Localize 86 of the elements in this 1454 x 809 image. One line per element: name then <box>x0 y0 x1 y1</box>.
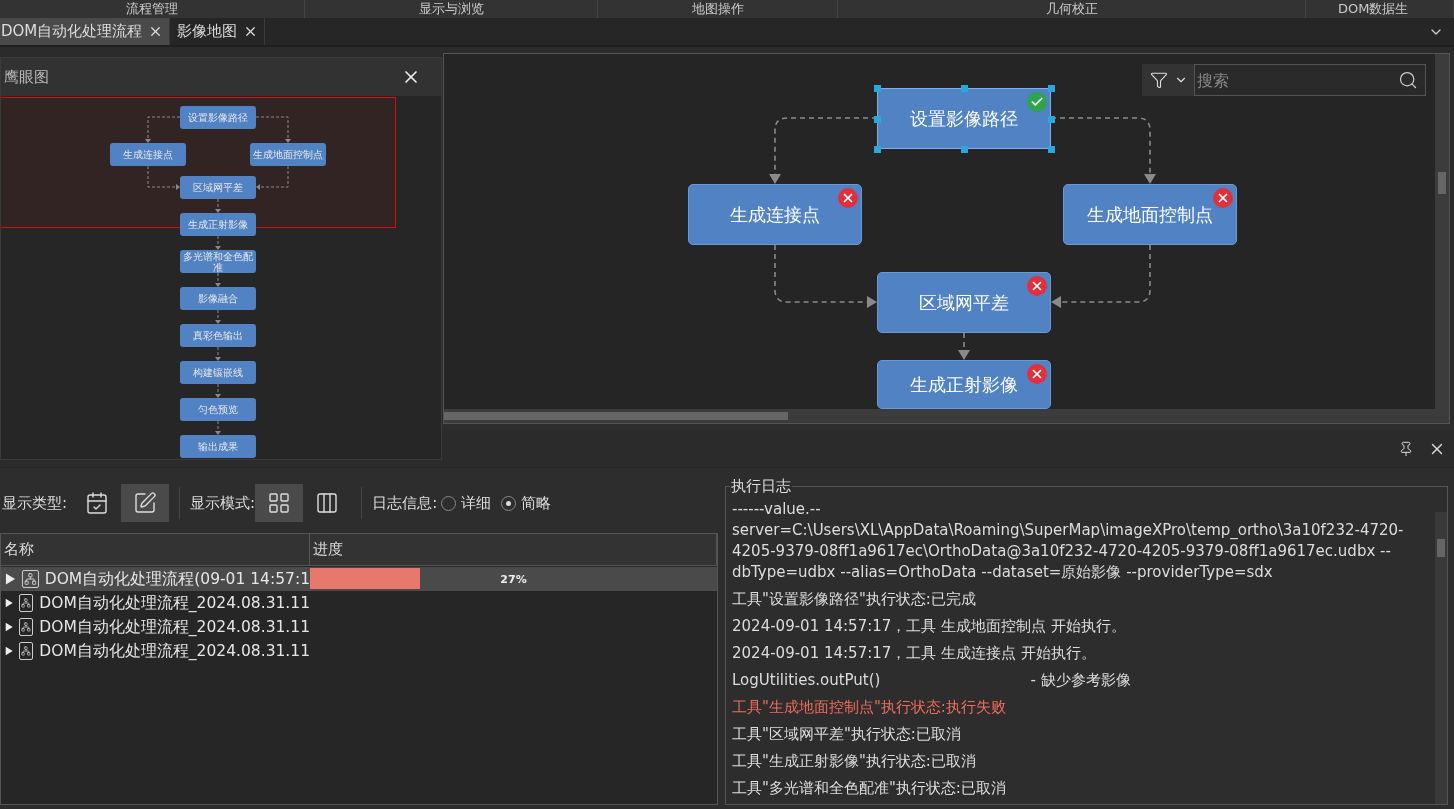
task-row[interactable]: DOM自动化处理流程(09-01 14:57:1 27% <box>1 567 717 591</box>
minimap-node: 区域网平差 <box>180 176 256 199</box>
resize-handle[interactable] <box>874 116 881 123</box>
connector-arrow <box>215 272 221 287</box>
minimap-node: 生成地面控制点 <box>250 143 326 166</box>
resize-handle[interactable] <box>874 85 881 92</box>
workflow-icon <box>21 570 39 588</box>
log-message: 2024-09-01 14:57:17，工具 生成连接点 开始执行。 <box>732 643 1096 664</box>
log-message: ------value.--server=C:\Users\XL\AppData\Roaming\SuperMap\imageXPro\temp_ortho\3a10f232-4720-4205-9379-08ff1a9617ec\OrthoData@3a10f232-4720-4205-9379-08ff1a9617ec.udbx --dbType=udbx --alias=OrthoData --dataset=原始影像 --providerType=sdx <box>732 499 1405 583</box>
task-row[interactable]: DOM自动化处理流程_2024.08.31.11 <box>1 615 717 639</box>
radio-option[interactable]: 详细 <box>441 493 492 513</box>
minimap-node: 匀色预览 <box>180 398 256 421</box>
minimap-node: 生成连接点 <box>110 143 186 166</box>
toolbar-label: 显示类型: <box>2 493 68 513</box>
toolbar-label: 显示模式: <box>190 493 256 513</box>
expand-icon[interactable] <box>5 620 14 634</box>
resize-handle[interactable] <box>874 146 881 153</box>
vertical-scrollbar[interactable] <box>1435 54 1449 409</box>
expand-icon[interactable] <box>5 644 14 658</box>
minimap-node: 影像融合 <box>180 287 256 310</box>
minimap-node: 设置影像路径 <box>180 106 256 129</box>
log-message: - 缺少参考影像 <box>1030 670 1131 691</box>
minimap-node: 构建镶嵌线 <box>180 361 256 384</box>
workflow-node[interactable]: 生成连接点 <box>688 184 862 245</box>
connector-arrow <box>145 116 181 143</box>
connector-arrow <box>215 198 221 213</box>
connector-arrow <box>215 383 221 398</box>
document-tab[interactable]: 影像地图 <box>170 18 266 45</box>
task-name: DOM自动化处理流程(09-01 14:57:1 <box>44 568 310 590</box>
log-message: 工具"生成地面控制点"执行状态:执行失败 <box>732 697 1006 718</box>
resize-handle[interactable] <box>961 146 968 153</box>
log-message: 工具"设置影像路径"执行状态:已完成 <box>732 589 976 610</box>
connector-arrow <box>215 420 221 435</box>
workflow-icon <box>19 618 34 636</box>
workflow-node[interactable]: 生成正射影像 <box>877 360 1051 409</box>
calendar-check-icon <box>85 491 110 515</box>
expand-icon[interactable] <box>5 596 14 610</box>
progress-reading: 27% <box>500 572 527 585</box>
workflow-icon <box>19 642 34 660</box>
columns-icon <box>315 491 340 515</box>
connector-arrow <box>215 235 221 250</box>
radio-option[interactable]: 简略 <box>501 493 552 513</box>
log-message: 2024-09-01 14:57:17，工具 生成地面控制点 开始执行。 <box>732 616 1126 637</box>
grid-icon <box>267 491 292 515</box>
workflow-icon <box>19 594 34 612</box>
task-row[interactable]: DOM自动化处理流程_2024.08.31.11 <box>1 591 717 615</box>
document-tab[interactable]: DOM自动化处理流程 <box>0 18 171 45</box>
toolbar-label: 日志信息: <box>372 493 438 513</box>
task-name: DOM自动化处理流程_2024.08.31.11 <box>39 592 310 614</box>
connector-arrow <box>256 165 289 190</box>
search-field[interactable]: 搜索 <box>1194 64 1426 96</box>
edit-icon <box>133 491 158 515</box>
log-message: 工具"区域网平差"执行状态:已取消 <box>732 724 961 745</box>
task-name: DOM自动化处理流程_2024.08.31.11 <box>39 616 310 638</box>
horizontal-scrollbar[interactable] <box>444 409 1449 423</box>
log-message: 工具"生成正射影像"执行状态:已取消 <box>732 751 976 772</box>
pin-icon[interactable] <box>1398 440 1414 457</box>
log-message: 工具"多光谱和全色配准"执行状态:已取消 <box>732 778 1006 799</box>
panel-title: 执行日志 <box>730 477 792 496</box>
connector-arrow <box>215 346 221 361</box>
search-icon[interactable] <box>1398 70 1418 90</box>
resize-handle[interactable] <box>961 85 968 92</box>
edit-button[interactable] <box>121 484 170 522</box>
connector-arrow <box>255 116 291 143</box>
vertical-scrollbar[interactable] <box>1435 512 1447 804</box>
minimap-node: 生成正射影像 <box>180 213 256 236</box>
minimap-node: 多光谱和全色配准 <box>180 250 256 273</box>
minimap-node: 真彩色输出 <box>180 324 256 347</box>
workflow-node[interactable]: 区域网平差 <box>877 272 1051 333</box>
workflow-node[interactable]: 生成地面控制点 <box>1063 184 1237 245</box>
connector-arrow <box>215 309 221 324</box>
expand-icon[interactable] <box>5 572 16 586</box>
column-header[interactable]: 进度 <box>310 534 717 565</box>
connector-arrow <box>147 165 180 190</box>
task-name: DOM自动化处理流程_2024.08.31.11 <box>39 640 310 662</box>
task-row[interactable]: DOM自动化处理流程_2024.08.31.11 <box>1 639 717 663</box>
connector-arrow <box>958 332 970 360</box>
filter-icon <box>1150 71 1168 89</box>
resize-handle[interactable] <box>1048 85 1055 92</box>
resize-handle[interactable] <box>1048 116 1055 123</box>
grid-button[interactable] <box>255 484 304 522</box>
log-message: LogUtilities.outPut() <box>732 670 881 691</box>
resize-handle[interactable] <box>1048 146 1055 153</box>
minimap-node: 输出成果 <box>180 435 256 458</box>
column-header[interactable]: 名称 <box>1 534 310 565</box>
panel-title: 鹰眼图 <box>4 67 49 87</box>
